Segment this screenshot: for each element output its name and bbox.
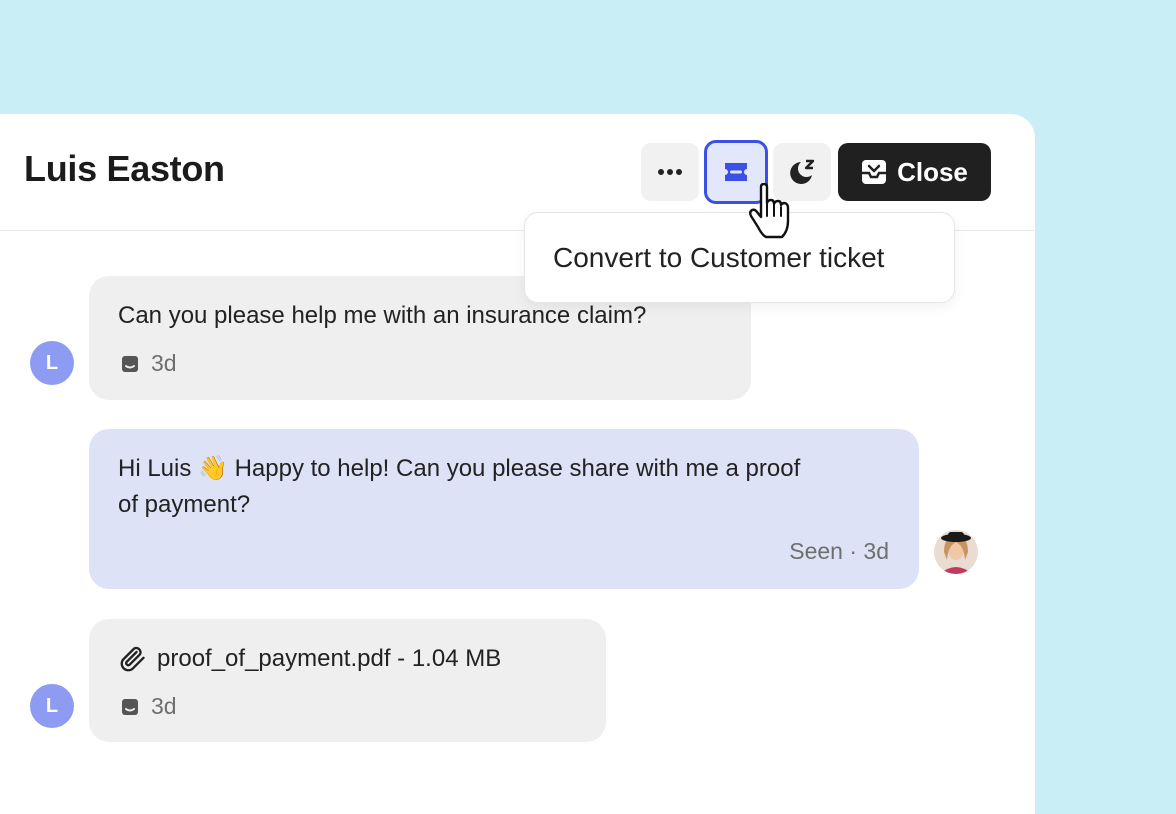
- message-meta: 3d: [121, 350, 177, 377]
- message-time: 3d: [151, 693, 177, 719]
- close-button-label: Close: [897, 156, 968, 187]
- attachment-row[interactable]: proof_of_payment.pdf - 1.04 MB: [119, 641, 501, 677]
- agent-avatar: [934, 530, 978, 574]
- close-conversation-button[interactable]: Close: [838, 143, 991, 201]
- attachment-label: proof_of_payment.pdf - 1.04 MB: [157, 645, 502, 672]
- message-meta: 3d: [121, 693, 177, 720]
- agent-message: Hi Luis 👋 Happy to help! Can you please …: [89, 429, 919, 589]
- inbox-channel-icon: [122, 355, 138, 372]
- message-time: 3d: [151, 350, 177, 376]
- customer-avatar: L: [30, 684, 74, 728]
- convert-ticket-tooltip: Convert to Customer ticket: [524, 212, 955, 303]
- message-status: Seen · 3d: [789, 538, 889, 564]
- more-icon: [658, 169, 682, 175]
- ticket-icon: [725, 163, 747, 181]
- message-text-line-1: Hi Luis 👋 Happy to help! Can you please …: [118, 455, 801, 482]
- conversation-panel: Luis Easton Close Convert to Customer ti…: [0, 114, 1035, 814]
- inbox-channel-icon: [122, 698, 138, 715]
- paperclip-icon: [120, 646, 145, 672]
- contact-name: Luis Easton: [24, 148, 225, 189]
- customer-avatar: L: [30, 341, 74, 385]
- message-text: Can you please help me with an insurance…: [118, 302, 647, 329]
- hand-cursor-icon: [749, 183, 790, 239]
- message-text-line-2: of payment?: [118, 491, 251, 518]
- close-inbox-icon: [862, 160, 887, 184]
- more-options-button[interactable]: [641, 143, 699, 201]
- customer-attachment-message: proof_of_payment.pdf - 1.04 MB 3d: [89, 619, 606, 742]
